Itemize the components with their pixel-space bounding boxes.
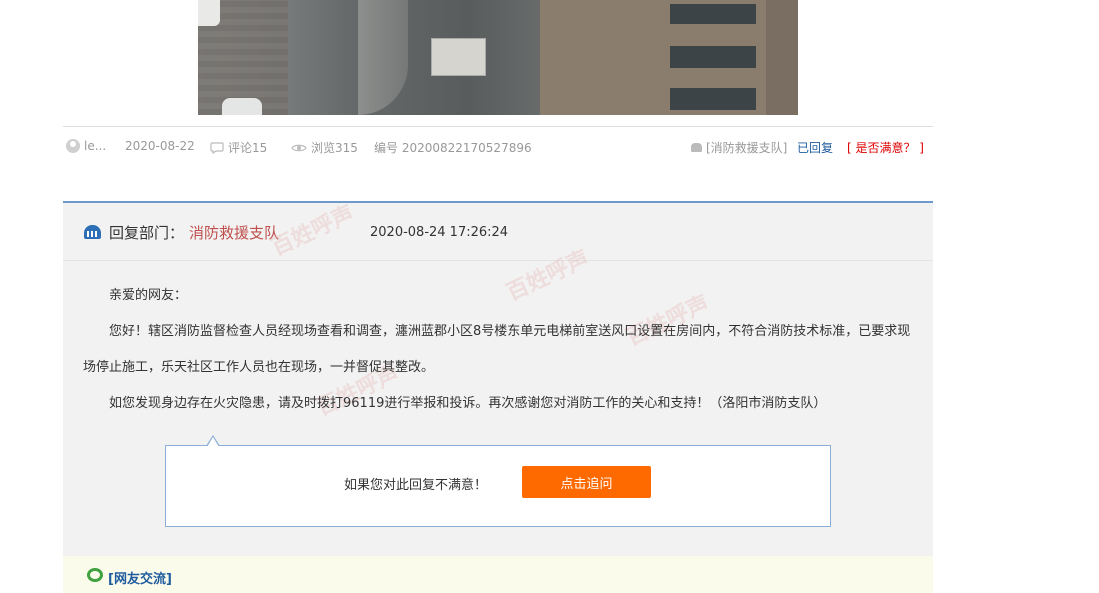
reply-department-name: 消防救援支队 xyxy=(189,224,280,242)
photo-building xyxy=(540,0,798,115)
meta-comments[interactable]: 评论15 xyxy=(210,139,267,156)
photo-curb xyxy=(358,0,408,115)
followup-button[interactable]: 点击追问 xyxy=(522,466,651,498)
satisfaction-label: [ 是否满意？ ] xyxy=(847,141,924,155)
complaint-photo[interactable] xyxy=(198,0,798,115)
meta-date: 2020-08-22 xyxy=(125,139,195,153)
satisfaction-link[interactable]: [ 是否满意？ ] xyxy=(847,139,924,156)
reply-time: 2020-08-24 17:26:24 xyxy=(370,225,509,240)
meta-views: 浏览315 xyxy=(291,139,358,156)
serial-number: 编号 20200822170527896 xyxy=(374,141,532,155)
reply-header: 回复部门： 消防救援支队 2020-08-24 17:26:24 xyxy=(63,203,933,261)
reply-department-label: 回复部门： xyxy=(109,224,185,242)
department-icon xyxy=(84,225,101,239)
meta-serial: 编号 20200822170527896 xyxy=(374,139,532,156)
meta-department[interactable]: [消防救援支队] xyxy=(691,139,787,156)
callout-tip xyxy=(206,435,220,447)
post-meta-bar: le... 2020-08-22 评论15 浏览315 编号 202008221… xyxy=(63,126,933,166)
chat-bubble-icon xyxy=(87,568,103,582)
photo-window xyxy=(670,46,756,68)
replied-status: 已回复 xyxy=(797,139,833,156)
meta-author[interactable]: le... xyxy=(66,139,106,153)
comment-icon xyxy=(210,141,224,154)
post-date: 2020-08-22 xyxy=(125,139,195,153)
photo-window xyxy=(670,88,756,110)
page: le... 2020-08-22 评论15 浏览315 编号 202008221… xyxy=(0,0,1099,593)
reply-greeting: 亲爱的网友： xyxy=(109,288,188,303)
followup-box: 如果您对此回复不满意！ 点击追问 xyxy=(165,435,831,527)
netizen-exchange-section: [网友交流] xyxy=(63,556,933,593)
photo-car xyxy=(198,0,220,26)
user-icon xyxy=(66,139,80,153)
photo-window xyxy=(670,4,756,24)
department-icon xyxy=(691,143,702,152)
official-reply: 回复部门： 消防救援支队 2020-08-24 17:26:24 百姓呼声 百姓… xyxy=(63,201,933,556)
comment-count: 评论15 xyxy=(228,141,268,155)
view-count: 浏览315 xyxy=(311,141,358,155)
reply-paragraph: 如您发现身边存在火灾隐患，请及时拨打96119进行举报和投诉。再次感谢您对消防工… xyxy=(109,396,827,411)
department-tag: [消防救援支队] xyxy=(706,141,788,155)
photo-window xyxy=(766,0,798,115)
author-name: le... xyxy=(84,139,107,153)
followup-prompt: 如果您对此回复不满意！ xyxy=(344,478,488,493)
replied-label: 已回复 xyxy=(797,141,834,155)
photo-car xyxy=(222,98,262,115)
reply-paragraph: 您好！辖区消防监督检查人员经现场查看和调查，瀍洲蓝郡小区8号楼东单元电梯前室送风… xyxy=(83,324,911,375)
photo-vent-box xyxy=(431,38,486,76)
eye-icon xyxy=(291,144,307,151)
netizen-exchange-label[interactable]: [网友交流] xyxy=(108,568,172,587)
reply-content: 亲爱的网友： 您好！辖区消防监督检查人员经现场查看和调查，瀍洲蓝郡小区8号楼东单… xyxy=(63,278,933,422)
